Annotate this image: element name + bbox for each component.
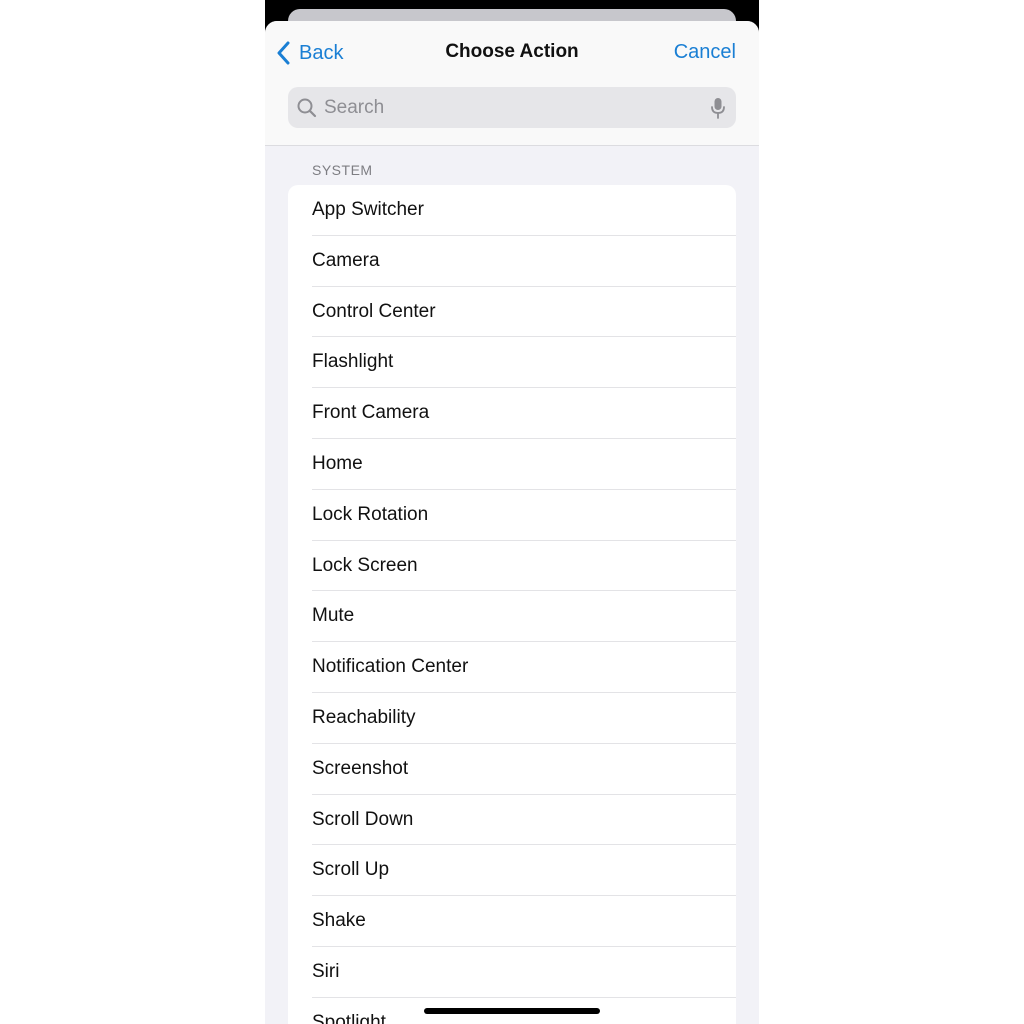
- list-item-label: Camera: [312, 249, 380, 271]
- list-item-label: Reachability: [312, 706, 416, 728]
- list-item-label: Flashlight: [312, 351, 394, 373]
- cancel-button[interactable]: Cancel: [674, 41, 736, 64]
- list-item[interactable]: Reachability: [288, 693, 736, 744]
- search-icon: [297, 98, 317, 118]
- list-item[interactable]: Camera: [288, 236, 736, 287]
- list-item-label: Lock Screen: [312, 554, 418, 576]
- list-item[interactable]: Flashlight: [288, 337, 736, 389]
- list-item-label: Screenshot: [312, 757, 409, 779]
- list-item-label: Notification Center: [312, 656, 469, 678]
- sheet-header: Back Choose Action Cancel: [265, 21, 759, 146]
- list-item[interactable]: Notification Center: [288, 642, 736, 693]
- phone-screen: Back Choose Action Cancel SYSTEM App Swi…: [265, 0, 759, 1024]
- section-header-system: SYSTEM: [312, 162, 373, 178]
- list-item-label: Spotlight: [312, 1011, 386, 1024]
- list-item-label: Mute: [312, 605, 355, 627]
- list-item-label: Scroll Up: [312, 859, 390, 881]
- microphone-icon[interactable]: [711, 97, 725, 119]
- list-item-label: Control Center: [312, 300, 436, 322]
- list-item-label: Scroll Down: [312, 808, 414, 830]
- search-input[interactable]: [324, 87, 694, 128]
- list-item[interactable]: Home: [288, 439, 736, 490]
- list-item-label: App Switcher: [312, 199, 424, 220]
- list-item[interactable]: Shake: [288, 896, 736, 947]
- choose-action-sheet: Back Choose Action Cancel SYSTEM App Swi…: [265, 21, 759, 1024]
- list-item[interactable]: App Switcher: [288, 185, 736, 236]
- list-item-label: Shake: [312, 910, 366, 932]
- list-item-label: Lock Rotation: [312, 503, 429, 525]
- list-item[interactable]: Front Camera: [288, 388, 736, 439]
- list-item[interactable]: Mute: [288, 591, 736, 643]
- home-indicator: [424, 1008, 600, 1014]
- list-item-label: Home: [312, 452, 363, 474]
- list-item[interactable]: Control Center: [288, 287, 736, 338]
- list-item[interactable]: Scroll Down: [288, 795, 736, 846]
- list-item[interactable]: Screenshot: [288, 744, 736, 795]
- list-item-label: Front Camera: [312, 402, 430, 424]
- list-item[interactable]: Lock Rotation: [288, 490, 736, 541]
- action-list: App Switcher Camera Control Center Flashlig…: [288, 185, 736, 1024]
- list-item[interactable]: Siri: [288, 947, 736, 998]
- list-item[interactable]: Lock Screen: [288, 541, 736, 592]
- list-item-label: Siri: [312, 960, 340, 982]
- list-item[interactable]: Scroll Up: [288, 845, 736, 897]
- search-bar[interactable]: [288, 87, 736, 128]
